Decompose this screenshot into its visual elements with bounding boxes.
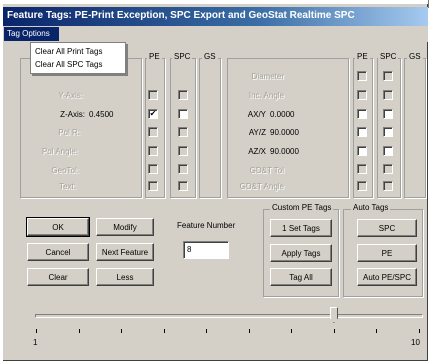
modify-button[interactable]: Modify: [96, 218, 154, 236]
z-axis-pe-checkbox[interactable]: ✔: [148, 109, 158, 119]
ay-z-label: AY/Z: [248, 128, 266, 137]
gdt-tol-label: GD&T Tol: [249, 166, 284, 175]
geotol-label: GeoTol:: [51, 166, 79, 175]
text-spc-checkbox[interactable]: [178, 181, 188, 191]
z-axis-label: Z-Axis:: [60, 110, 85, 119]
pol-r-pe-checkbox[interactable]: [148, 127, 158, 137]
clear-button[interactable]: Clear: [27, 268, 89, 286]
slider-tick: [333, 329, 335, 333]
ay-z-value: 90.0000: [270, 128, 299, 137]
slider-tick: [248, 329, 250, 333]
title-bar: Feature Tags: PE-Print Exception, SPC Ex…: [3, 7, 428, 26]
set-tags-button[interactable]: 1 Set Tags: [270, 219, 332, 237]
ax-y-spc-checkbox[interactable]: [383, 109, 393, 119]
menu-bar: [3, 26, 428, 42]
pol-r-spc-checkbox[interactable]: [178, 127, 188, 137]
tag-options-dropdown: Clear All Print Tags Clear All SPC Tags: [30, 42, 126, 74]
slider-min-label: 1: [33, 338, 38, 347]
slider-tick: [291, 329, 293, 333]
az-x-label: AZ/X: [248, 147, 266, 156]
pol-angle-spc-checkbox[interactable]: [178, 146, 188, 156]
diameter-label: Diameter: [251, 72, 284, 81]
feature-number-label: Feature Number: [177, 221, 236, 230]
text-label: Text:: [59, 182, 76, 191]
slider-tick: [206, 329, 208, 333]
pol-angle-label: Pol Angle:: [41, 147, 78, 156]
next-feature-button[interactable]: Next Feature: [96, 243, 154, 261]
geotol-pe-checkbox[interactable]: [148, 164, 158, 174]
gdt-angle-label: GD&T Angle: [239, 182, 284, 191]
inc-angle-spc-checkbox[interactable]: [383, 90, 393, 100]
inc-angle-pe-checkbox[interactable]: [357, 90, 367, 100]
geotol-spc-checkbox[interactable]: [178, 164, 188, 174]
pol-r-label: Pol R:: [58, 128, 80, 137]
gdt-tol-spc-checkbox[interactable]: [383, 164, 393, 174]
ax-y-value: 0.0000: [270, 110, 295, 119]
y-axis-spc-checkbox[interactable]: [178, 90, 188, 100]
feature-number-input[interactable]: 8: [183, 241, 229, 259]
left-spc-header: SPC: [172, 52, 193, 61]
slider-tick: [36, 329, 37, 333]
auto-spc-button[interactable]: SPC: [357, 219, 417, 237]
gdt-angle-spc-checkbox[interactable]: [383, 181, 393, 191]
slider-tick: [419, 329, 420, 333]
auto-pe-spc-button[interactable]: Auto PE/SPC: [357, 268, 417, 286]
check-icon: ✔: [149, 109, 157, 118]
cancel-button[interactable]: Cancel: [27, 243, 89, 261]
slider-tick: [163, 329, 165, 333]
custom-pe-tags-title: Custom PE Tags: [270, 203, 334, 212]
ay-z-pe-checkbox[interactable]: [357, 127, 367, 137]
az-x-pe-checkbox[interactable]: [357, 146, 367, 156]
text-pe-checkbox[interactable]: [148, 181, 158, 191]
right-spc-header: SPC: [378, 52, 399, 61]
menu-item-clear-print-tags[interactable]: Clear All Print Tags: [35, 47, 102, 56]
az-x-spc-checkbox[interactable]: [383, 146, 393, 156]
apply-tags-button[interactable]: Apply Tags: [270, 244, 332, 262]
outer-border-line: [428, 0, 429, 8]
auto-tags-title: Auto Tags: [351, 203, 391, 212]
left-pe-header: PE: [147, 52, 162, 61]
z-axis-value: 0.4500: [89, 110, 114, 119]
y-axis-pe-checkbox[interactable]: [148, 90, 158, 100]
right-gs-header: GS: [407, 52, 423, 61]
ay-z-spc-checkbox[interactable]: [383, 127, 393, 137]
right-gs-group: [404, 58, 426, 198]
diameter-pe-checkbox[interactable]: [357, 71, 367, 81]
slider-tick: [121, 329, 123, 333]
left-gs-header: GS: [202, 52, 218, 61]
right-pe-header: PE: [355, 52, 370, 61]
slider-tick: [78, 329, 80, 333]
menu-tag-options[interactable]: Tag Options: [4, 27, 59, 41]
tag-all-button[interactable]: Tag All: [270, 268, 332, 286]
ok-button[interactable]: OK: [26, 217, 90, 237]
az-x-value: 90.0000: [270, 147, 299, 156]
diameter-spc-checkbox[interactable]: [383, 71, 393, 81]
pol-angle-pe-checkbox[interactable]: [148, 146, 158, 156]
gdt-angle-pe-checkbox[interactable]: [357, 181, 367, 191]
y-axis-label: Y-Axis:: [58, 91, 83, 100]
slider-tick: [376, 329, 378, 333]
slider-max-label: 10: [411, 338, 420, 347]
slider-track[interactable]: [35, 314, 423, 318]
left-fields-panel: [20, 58, 142, 198]
z-axis-spc-checkbox[interactable]: [178, 109, 188, 119]
auto-pe-button[interactable]: PE: [357, 244, 417, 262]
gdt-tol-pe-checkbox[interactable]: [357, 164, 367, 174]
menu-item-clear-spc-tags[interactable]: Clear All SPC Tags: [35, 60, 102, 69]
ax-y-pe-checkbox[interactable]: [357, 109, 367, 119]
less-button[interactable]: Less: [96, 268, 154, 286]
inc-angle-label: Inc. Angle: [248, 91, 284, 100]
left-gs-group: [199, 58, 221, 198]
ax-y-label: AX/Y: [247, 110, 266, 119]
